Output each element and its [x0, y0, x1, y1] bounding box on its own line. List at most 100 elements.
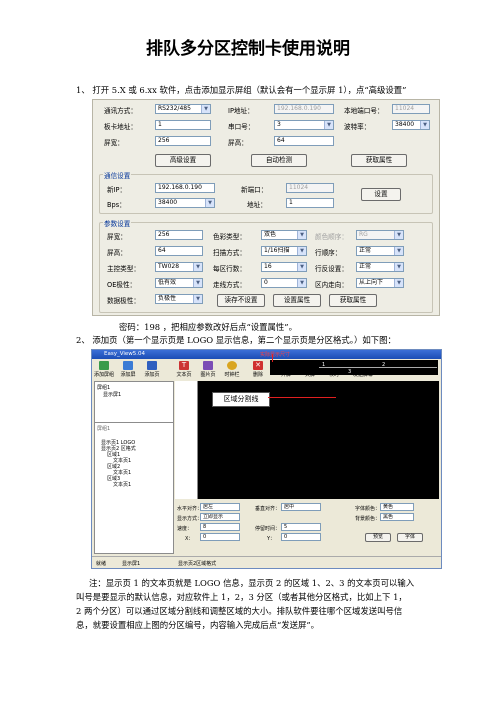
width-label: 屏宽： [104, 139, 124, 147]
tree-item[interactable]: 文本页1 [113, 481, 131, 488]
addr-field[interactable]: 1 [155, 120, 211, 130]
tree-pane: 屏组1 显示屏1 屏组1 显示页1 LOGO 显示页2 区格式 区域1 文本页1… [94, 381, 174, 554]
get-properties-button[interactable]: 获取属性 [351, 154, 407, 167]
y-label: Y： [267, 536, 276, 542]
page-title: 排队多分区控制卡使用说明 [146, 39, 350, 59]
note2-line-1: 注：显示页 1 的文本页就是 LOGO 信息，显示页 2 的区域 1、2、3 的… [89, 578, 415, 588]
note2-line-3: 2 两个分区）可以通过区域分割线和调整区域的大小。排队软件要往哪个区域发送叫号信 [76, 606, 403, 616]
toolbar-delete[interactable]: ✕ 删除 [246, 361, 270, 378]
chevron-down-icon[interactable]: ▼ [297, 263, 306, 271]
param-height-label: 屏高： [107, 249, 127, 257]
clock-icon [227, 361, 237, 370]
annotation-arrow [268, 397, 336, 398]
display-mode-select[interactable]: 立即显示 [200, 513, 240, 521]
toolbar-add-screen[interactable]: 添加屏 [116, 361, 140, 378]
row-order-label: 行顺序： [315, 249, 342, 257]
chevron-down-icon[interactable]: ▼ [394, 231, 403, 239]
chevron-down-icon[interactable]: ▼ [324, 121, 333, 129]
read-save-button[interactable]: 读存不设置 [217, 294, 265, 307]
chevron-down-icon[interactable]: ▼ [420, 121, 429, 129]
new-addr-label: 地址： [247, 201, 267, 209]
toolbar-image-page[interactable]: 图片页 [196, 361, 220, 378]
chevron-down-icon[interactable]: ▼ [394, 279, 403, 287]
chevron-down-icon[interactable]: ▼ [205, 199, 214, 207]
status-ready: 就绪 [96, 561, 107, 567]
chevron-down-icon[interactable]: ▼ [193, 295, 202, 303]
tree-item[interactable]: 显示屏1 [103, 391, 121, 398]
color-type-label: 色彩类型： [213, 233, 246, 241]
chevron-down-icon[interactable]: ▼ [201, 105, 210, 113]
bg-color-select[interactable]: 黑色 [380, 513, 414, 521]
color-type-select[interactable]: 双色 ▼ [261, 230, 307, 240]
baud-select[interactable]: 38400 ▼ [392, 120, 430, 130]
bg-color-label: 背景颜色： [355, 516, 381, 522]
display-mode-label: 显示方式： [177, 516, 203, 522]
screen-group-icon [99, 361, 109, 370]
row-order-select[interactable]: 正常 ▼ [356, 246, 404, 256]
font-button[interactable]: 字体 [397, 533, 423, 542]
ip-field[interactable]: 192.168.0.190 [274, 104, 334, 114]
new-ip-field[interactable]: 192.168.0.190 [155, 183, 215, 193]
editor-window: Easy_View5.04 实际显示尺寸 添加屏组 添加屏 添加页 T 文本页 图… [91, 349, 442, 569]
chevron-down-icon[interactable]: ▼ [394, 247, 403, 255]
set-properties-button[interactable]: 设置属性 [273, 294, 321, 307]
toolbar-add-group[interactable]: 添加屏组 [92, 361, 116, 378]
toolbar-text-page[interactable]: T 文本页 [172, 361, 196, 378]
height-field[interactable]: 64 [274, 136, 334, 146]
new-ip-label: 新IP： [107, 186, 127, 194]
width-field[interactable]: 256 [155, 136, 211, 146]
tree-item[interactable]: 屏组1 [97, 425, 110, 432]
ctrl-type-select[interactable]: TW028 ▼ [155, 262, 203, 272]
canvas-label-column [175, 381, 198, 499]
scan-select[interactable]: 1/16扫描 ▼ [261, 246, 307, 256]
chevron-down-icon[interactable]: ▼ [297, 247, 306, 255]
serial-select[interactable]: 3 ▼ [274, 120, 334, 130]
row-reverse-select[interactable]: 正常 ▼ [356, 262, 404, 272]
status-bar: 就绪 显示屏1 显示页2区域格式 [92, 556, 441, 568]
bps-select[interactable]: 38400 ▼ [155, 198, 215, 208]
speed-field[interactable]: 8 [200, 523, 240, 531]
comm-set-button[interactable]: 设置 [361, 188, 401, 201]
advanced-settings-button[interactable]: 高级设置 [155, 154, 211, 167]
comm-select[interactable]: RS232/485 ▼ [155, 104, 211, 114]
direction-select[interactable]: 从上向下 ▼ [356, 278, 404, 288]
param-width-field[interactable]: 256 [155, 230, 203, 240]
oe-label: OE极性： [107, 281, 137, 289]
chevron-down-icon[interactable]: ▼ [193, 263, 202, 271]
chevron-down-icon[interactable]: ▼ [297, 279, 306, 287]
font-color-select[interactable]: 黄色 [380, 503, 414, 511]
new-port-field[interactable]: 11024 [286, 183, 334, 193]
chevron-down-icon[interactable]: ▼ [193, 279, 202, 287]
new-addr-field[interactable]: 1 [286, 198, 334, 208]
chevron-down-icon[interactable]: ▼ [297, 231, 306, 239]
toolbar-clock[interactable]: 时钟栏 [220, 361, 244, 378]
note1-text: 密码：198 ，把相应参数改好后点“设置属性”。 [119, 322, 297, 332]
data-polarity-select[interactable]: 负极性 ▼ [155, 294, 203, 304]
annotation-display-size: 实际显示尺寸 [260, 352, 291, 358]
param-height-field[interactable]: 64 [155, 246, 203, 256]
rows-select[interactable]: 16 ▼ [261, 262, 307, 272]
new-port-label: 新端口： [241, 186, 268, 194]
valign-select[interactable]: 居中 [281, 503, 321, 511]
tree-item[interactable]: 屏组1 [97, 384, 110, 391]
font-color-label: 字体颜色： [355, 506, 381, 512]
halign-select[interactable]: 居左 [200, 503, 240, 511]
color-order-label: 颜色顺序： [315, 233, 348, 241]
y-field[interactable]: 0 [281, 533, 321, 541]
baud-label: 波特率： [344, 123, 371, 131]
oe-select[interactable]: 低有效 ▼ [155, 278, 203, 288]
port-field[interactable]: 11024 [392, 104, 430, 114]
area-divider-line[interactable] [319, 367, 437, 368]
stay-time-field[interactable]: 5 [281, 523, 321, 531]
x-label: X： [185, 536, 194, 542]
walk-label: 走线方式： [213, 281, 246, 289]
toolbar-add-page[interactable]: 添加页 [140, 361, 164, 378]
x-field[interactable]: 0 [200, 533, 240, 541]
preview-button[interactable]: 预览 [365, 533, 391, 542]
color-order-select[interactable]: RG ▼ [356, 230, 404, 240]
auto-detect-button[interactable]: 自动检测 [251, 154, 307, 167]
chevron-down-icon[interactable]: ▼ [394, 263, 403, 271]
walk-select[interactable]: 0 ▼ [261, 278, 307, 288]
get-properties-button-2[interactable]: 获取属性 [329, 294, 377, 307]
speed-label: 速度： [177, 526, 193, 532]
